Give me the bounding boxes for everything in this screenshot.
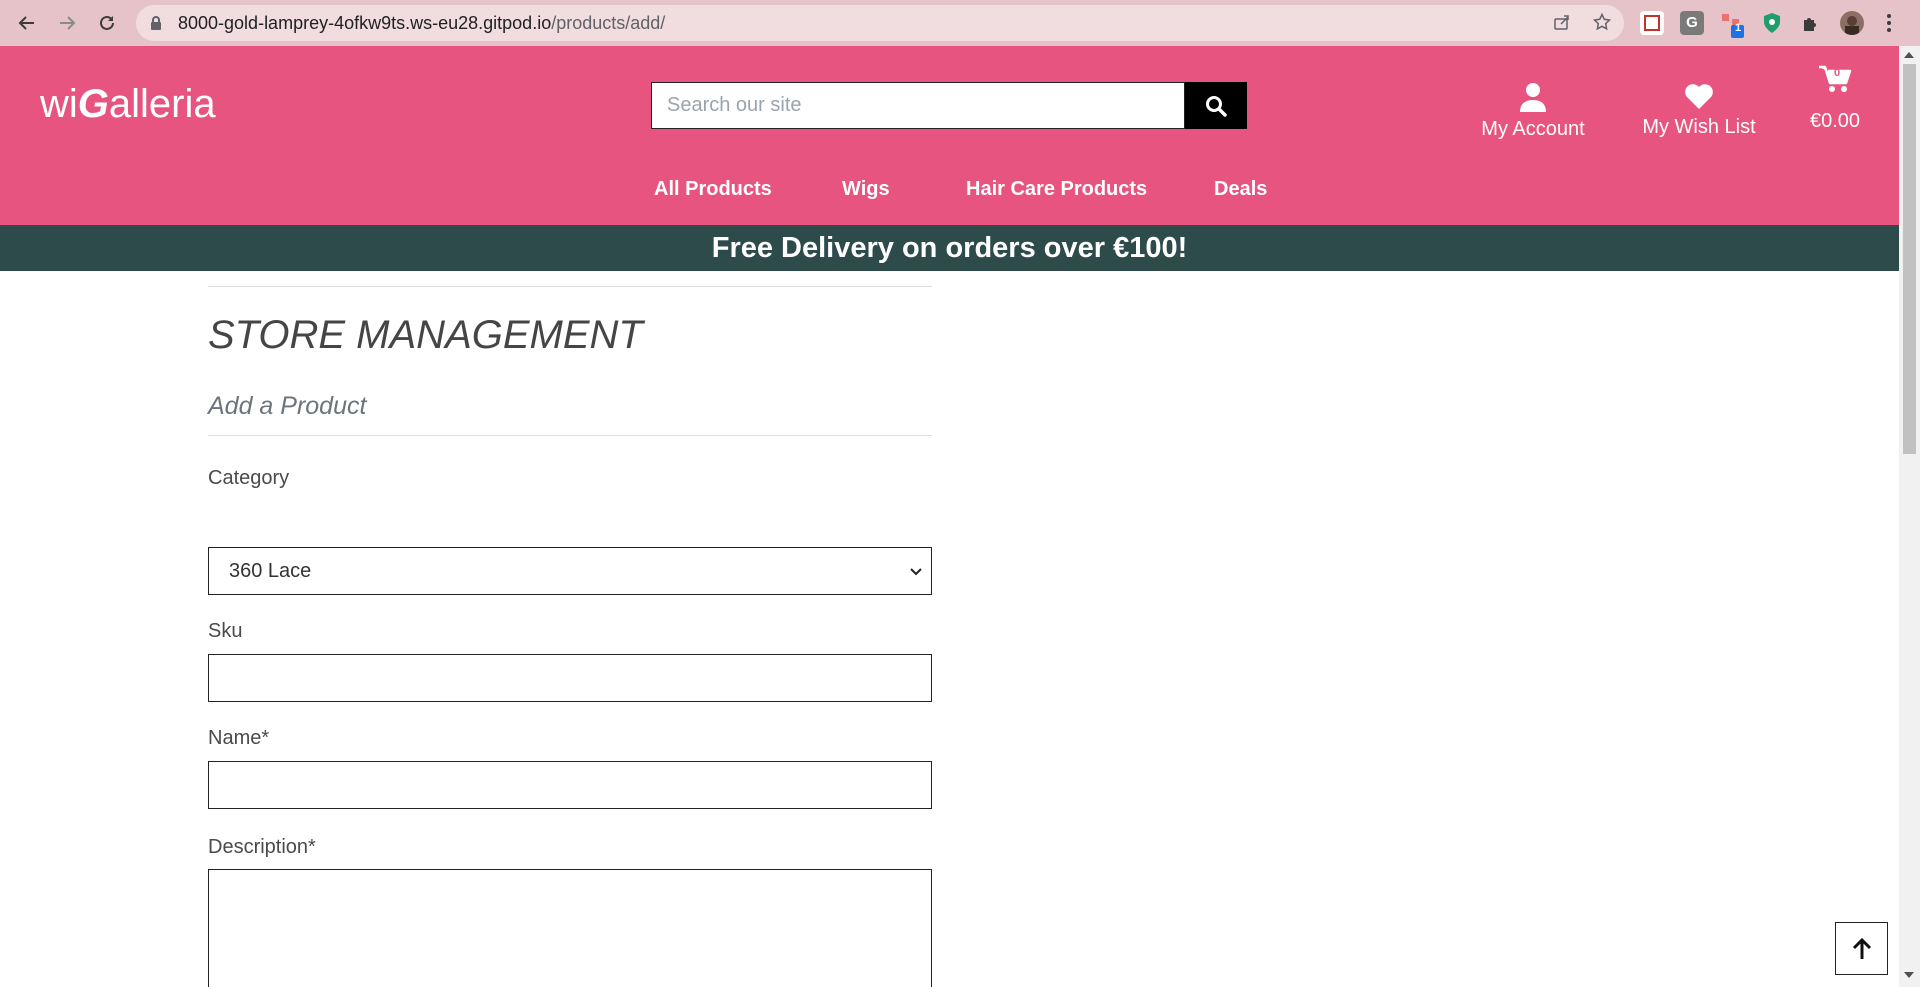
arrow-up-icon [1852, 937, 1871, 959]
description-label: Description* [208, 836, 316, 858]
url-text: 8000-gold-lamprey-4ofkw9ts.ws-eu28.gitpo… [178, 13, 666, 33]
wishlist-link[interactable]: My Wish List [1640, 82, 1758, 139]
page-title: STORE MANAGEMENT [208, 313, 643, 357]
category-selected-value: 360 Lace [229, 560, 312, 582]
cart-total: €0.00 [1809, 110, 1861, 132]
scroll-down-arrow-icon[interactable] [1904, 972, 1914, 978]
search-button[interactable] [1185, 82, 1247, 129]
sku-input[interactable] [208, 654, 932, 702]
reload-icon[interactable] [93, 9, 121, 37]
chevron-down-icon [910, 568, 922, 576]
bookmark-star-icon[interactable] [1592, 12, 1612, 33]
page-scrollbar[interactable] [1899, 46, 1920, 987]
name-label: Name* [208, 727, 270, 749]
user-icon [1520, 83, 1546, 112]
forward-icon[interactable] [53, 9, 81, 37]
nav-hair-care-products[interactable]: Hair Care Products [966, 178, 1147, 201]
nav-all-products[interactable]: All Products [654, 178, 772, 201]
category-label: Category [208, 467, 290, 489]
scroll-up-arrow-icon[interactable] [1904, 52, 1914, 58]
page-viewport: wiGalleria My Account My Wish List 0 €0.… [0, 46, 1899, 987]
extension-shield-icon[interactable] [1640, 11, 1664, 35]
extension-network-icon[interactable]: 1 [1720, 11, 1744, 38]
extension-g-icon[interactable]: G [1680, 11, 1704, 35]
page-subtitle: Add a Product [208, 392, 367, 420]
share-icon[interactable] [1552, 13, 1572, 33]
browser-toolbar: 8000-gold-lamprey-4ofkw9ts.ws-eu28.gitpo… [0, 0, 1920, 46]
nav-wigs[interactable]: Wigs [842, 178, 890, 201]
search-icon [1206, 95, 1227, 117]
cart-count: 0 [1834, 67, 1841, 79]
scrollbar-thumb[interactable] [1903, 64, 1916, 454]
divider [208, 286, 932, 287]
promo-banner: Free Delivery on orders over €100! [0, 225, 1899, 271]
search-input[interactable] [651, 82, 1185, 129]
description-textarea[interactable] [208, 869, 932, 987]
lock-icon [151, 16, 161, 30]
name-input[interactable] [208, 761, 932, 809]
address-bar[interactable]: 8000-gold-lamprey-4ofkw9ts.ws-eu28.gitpo… [136, 5, 1624, 41]
search-form [651, 82, 1247, 129]
extensions-puzzle-icon[interactable] [1800, 11, 1824, 35]
heart-icon [1685, 84, 1713, 109]
extension-shield-green-icon[interactable] [1760, 11, 1784, 35]
back-to-top-button[interactable] [1835, 922, 1888, 975]
category-select[interactable]: 360 Lace [208, 547, 932, 595]
nav-deals[interactable]: Deals [1214, 178, 1267, 201]
back-icon[interactable] [13, 9, 41, 37]
cart-link[interactable]: 0 €0.00 [1805, 64, 1865, 133]
site-header: wiGalleria My Account My Wish List 0 €0.… [0, 46, 1899, 225]
my-account-link[interactable]: My Account [1480, 82, 1586, 141]
extension-badge: 1 [1735, 22, 1742, 34]
brand-logo[interactable]: wiGalleria [40, 82, 216, 127]
sku-label: Sku [208, 620, 243, 642]
browser-menu-icon[interactable] [1882, 10, 1896, 36]
profile-avatar-icon[interactable] [1840, 11, 1864, 35]
divider [208, 435, 932, 436]
